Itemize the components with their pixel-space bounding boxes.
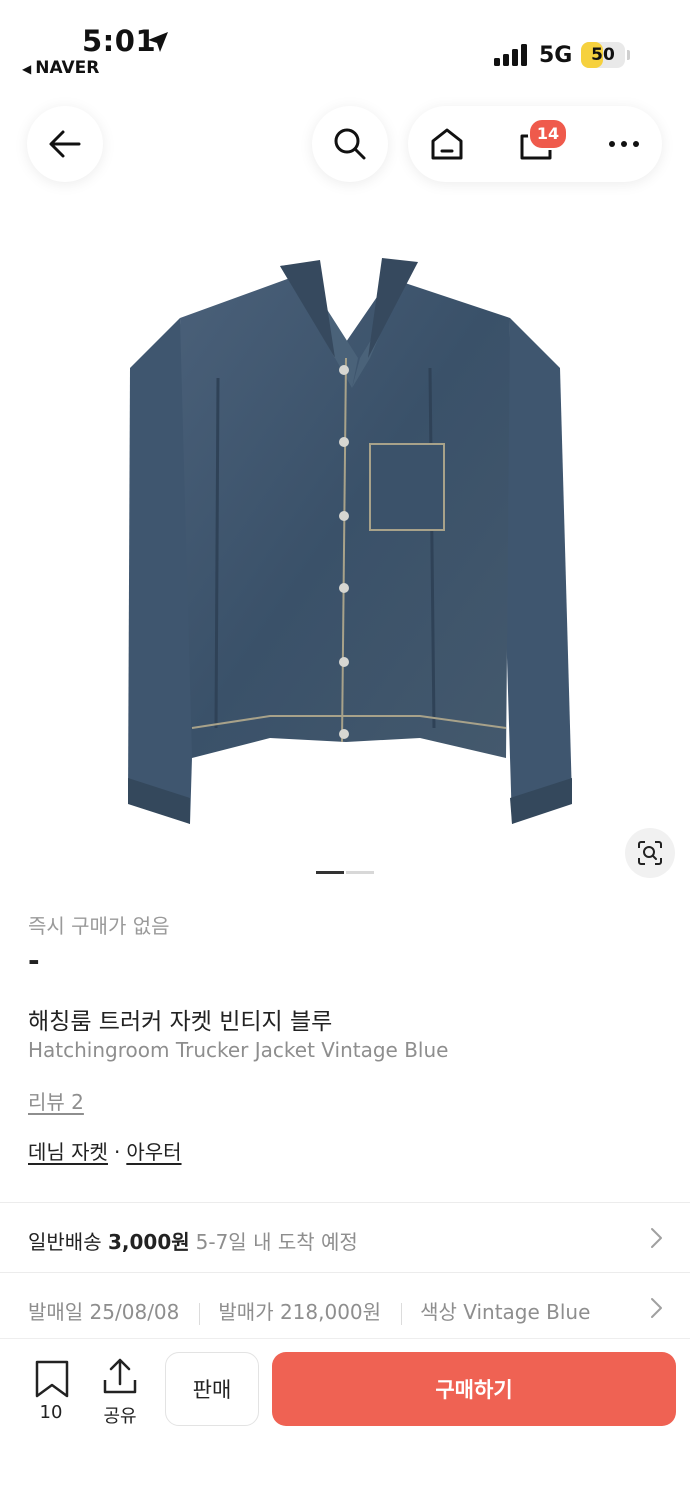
- battery-level: 50: [591, 45, 615, 65]
- share-label: 공유: [103, 1406, 137, 1427]
- search-button[interactable]: [312, 106, 388, 182]
- shipping-type: 일반배송: [28, 1230, 102, 1254]
- bookmark-icon[interactable]: [30, 1360, 74, 1398]
- lens-icon: [638, 841, 662, 865]
- buy-button[interactable]: 구매하기: [272, 1352, 676, 1426]
- share-icon[interactable]: [100, 1358, 140, 1396]
- back-button[interactable]: [27, 106, 103, 182]
- battery-tip: [627, 50, 630, 60]
- product-meta-row[interactable]: 발매일 25/08/08 발매가 218,000원 색상 Vintage Blue: [28, 1296, 590, 1325]
- cart-count-badge: 14: [528, 118, 568, 150]
- cellular-signal-icon: [494, 44, 527, 66]
- price: -: [28, 944, 40, 977]
- back-app-label: NAVER: [35, 58, 100, 78]
- chevron-right-icon: [651, 1298, 662, 1318]
- back-to-app-link[interactable]: ◀ NAVER: [22, 58, 99, 78]
- release-price: 발매가 218,000원: [218, 1300, 382, 1324]
- product-name-en: Hatchingroom Trucker Jacket Vintage Blue: [28, 1038, 449, 1062]
- home-button[interactable]: [409, 106, 485, 182]
- meta-separator: [199, 1302, 201, 1325]
- arrow-left-icon: [49, 130, 81, 158]
- location-arrow-icon: [148, 32, 168, 52]
- bookmark-count: 10: [39, 1402, 63, 1423]
- review-link[interactable]: 리뷰 2: [28, 1086, 84, 1115]
- instant-buy-label: 즉시 구매가 없음: [28, 914, 170, 938]
- image-pager: [316, 871, 376, 875]
- category-breadcrumb: 데님 자켓 · 아우터: [28, 1136, 182, 1165]
- product-name-ko: 해칭룸 트러커 자켓 빈티지 블루: [28, 1009, 333, 1035]
- pager-dot-active: [316, 871, 344, 874]
- shipping-eta: 5-7일 내 도착 예정: [195, 1230, 358, 1254]
- network-type: 5G: [539, 43, 573, 68]
- battery-icon: 50: [581, 42, 625, 68]
- image-search-button[interactable]: [625, 828, 675, 878]
- pager-dot[interactable]: [346, 871, 374, 874]
- divider: [0, 1272, 690, 1273]
- search-icon: [334, 128, 366, 160]
- shipping-row[interactable]: 일반배송 3,000원 5-7일 내 도착 예정: [28, 1226, 358, 1255]
- divider: [0, 1202, 690, 1203]
- more-button[interactable]: [586, 106, 662, 182]
- sell-button[interactable]: 판매: [165, 1352, 259, 1426]
- more-dots-icon: [609, 141, 639, 147]
- category-link-outer[interactable]: 아우터: [126, 1140, 181, 1164]
- chevron-right-icon: [651, 1228, 662, 1248]
- meta-separator: [401, 1302, 403, 1325]
- home-icon: [431, 128, 463, 160]
- bottom-bar-divider: [0, 1338, 690, 1339]
- back-triangle-icon: ◀: [22, 62, 32, 76]
- product-image[interactable]: [120, 258, 580, 838]
- category-separator: ·: [113, 1140, 121, 1164]
- shipping-fee: 3,000원: [107, 1230, 190, 1254]
- release-date: 발매일 25/08/08: [28, 1300, 180, 1324]
- status-bar: 5:01 ◀ NAVER 5G 50: [0, 0, 690, 88]
- category-link-denim-jacket[interactable]: 데님 자켓: [28, 1140, 108, 1164]
- color-info: 색상 Vintage Blue: [420, 1300, 591, 1324]
